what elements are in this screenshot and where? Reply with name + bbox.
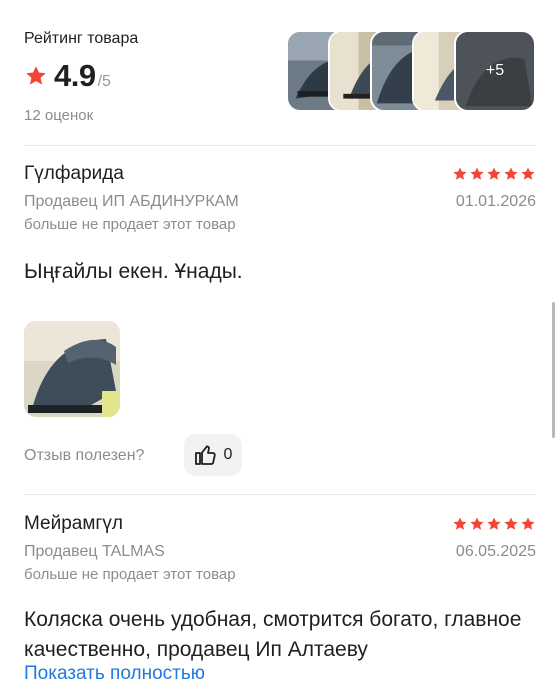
rating-count: 12 оценок	[24, 107, 94, 124]
review-photo[interactable]	[24, 321, 120, 417]
rating-max: /5	[97, 73, 111, 90]
star-icon	[521, 517, 535, 530]
review-text: Ыңғайлы екен. Ұнады.	[24, 260, 243, 283]
rating-summary: Рейтинг товара 4.9 /5 12 оценок +5	[24, 30, 536, 130]
more-photos-button[interactable]: +5	[454, 30, 536, 112]
seller-name: Продавец ИП АБДИНУРКАМ	[24, 193, 239, 210]
star-icon	[521, 167, 535, 180]
rating-score: 4.9 /5	[24, 58, 111, 94]
star-icon	[487, 167, 501, 180]
star-icon	[453, 167, 467, 180]
show-more-link[interactable]: Показать полностью	[24, 663, 205, 685]
review-date: 06.05.2025	[455, 543, 536, 560]
thumbs-up-icon	[194, 445, 216, 465]
star-icon	[26, 66, 46, 85]
photo-image	[24, 321, 120, 417]
review-card: Мейрамгүл Продавец TALMAS 06.05.2025 бол…	[24, 513, 536, 700]
seller-name: Продавец TALMAS	[24, 543, 165, 560]
like-count: 0	[223, 446, 233, 463]
review-text: Коляска очень удобная, смотрится богато,…	[24, 608, 522, 661]
star-icon	[504, 167, 518, 180]
reviewer-name: Гүлфарида	[24, 163, 124, 184]
reviewer-name: Мейрамгүл	[24, 513, 123, 534]
rating-value: 4.9	[54, 58, 96, 93]
star-icon	[504, 517, 518, 530]
divider	[24, 494, 536, 495]
star-icon	[470, 167, 484, 180]
review-date: 01.01.2026	[455, 193, 536, 210]
divider	[24, 145, 536, 146]
review-card: Гүлфарида Продавец ИП АБДИНУРКАМ 01.01.2…	[24, 163, 536, 483]
like-button[interactable]: 0	[184, 434, 242, 476]
scrollbar[interactable]	[552, 302, 555, 438]
review-stars	[452, 516, 536, 532]
star-icon	[453, 517, 467, 530]
rating-title: Рейтинг товара	[24, 30, 139, 47]
seller-note: больше не продает этот товар	[24, 566, 236, 583]
review-photos-strip: +5	[286, 30, 536, 112]
review-stars	[452, 166, 536, 182]
seller-note: больше не продает этот товар	[24, 216, 236, 233]
star-icon	[470, 517, 484, 530]
helpful-label: Отзыв полезен?	[24, 447, 145, 464]
star-icon	[487, 517, 501, 530]
more-photos-label: +5	[485, 62, 505, 79]
